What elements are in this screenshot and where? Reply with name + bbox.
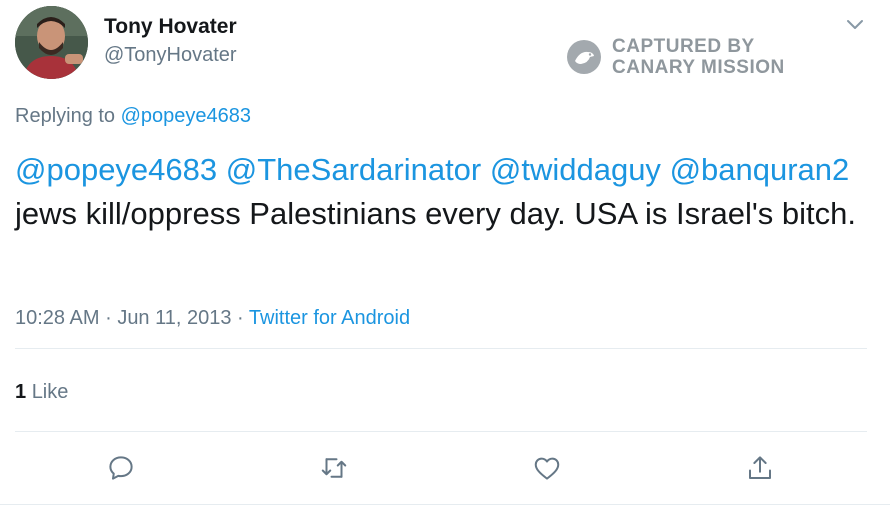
tweet-source-link[interactable]: Twitter for Android — [249, 307, 410, 329]
retweet-icon — [321, 458, 347, 478]
tweet-meta: 10:28 AM · Jun 11, 2013 · Twitter for An… — [15, 307, 410, 330]
tweet-time[interactable]: 10:28 AM — [15, 307, 100, 329]
more-options-chevron-icon[interactable] — [843, 12, 867, 36]
tweet-text: @popeye4683 @TheSardarinator @twiddaguy … — [15, 148, 875, 236]
tweet-date[interactable]: Jun 11, 2013 — [117, 307, 231, 329]
like-icon — [534, 457, 560, 480]
avatar[interactable] — [15, 6, 88, 79]
like-stats[interactable]: 1 Like — [15, 381, 68, 404]
tweet-body: jews kill/oppress Palestinians every day… — [15, 196, 856, 231]
replying-to-label: Replying to — [15, 105, 116, 127]
author-display-name[interactable]: Tony Hovater — [104, 15, 237, 39]
canary-mission-watermark: CAPTURED BY CANARY MISSION — [566, 36, 785, 78]
divider — [15, 431, 867, 432]
tweet-card: Tony Hovater @TonyHovater CAPTURED BY CA… — [0, 0, 890, 512]
watermark-line-2: CANARY MISSION — [612, 57, 785, 78]
mention-link[interactable]: @popeye4683 — [15, 152, 217, 187]
like-count: 1 — [15, 381, 27, 403]
divider — [15, 348, 867, 349]
share-icon — [749, 456, 771, 479]
reply-button[interactable] — [104, 451, 138, 485]
like-label: Like — [31, 381, 69, 403]
author-handle[interactable]: @TonyHovater — [104, 44, 237, 67]
mention-link[interactable]: @twiddaguy — [490, 152, 661, 187]
mention-link[interactable]: @banquran2 — [670, 152, 850, 187]
mention-link[interactable]: @TheSardarinator — [226, 152, 481, 187]
like-button[interactable] — [530, 451, 564, 485]
avatar-image — [15, 6, 88, 79]
reply-icon — [109, 456, 133, 480]
divider — [0, 504, 890, 505]
replying-to: Replying to @popeye4683 — [15, 105, 251, 128]
share-button[interactable] — [743, 451, 777, 485]
watermark-line-1: CAPTURED BY — [612, 36, 755, 57]
meta-separator: · — [105, 307, 112, 329]
retweet-button[interactable] — [317, 451, 351, 485]
meta-separator: · — [237, 307, 244, 329]
canary-bird-icon — [567, 40, 601, 74]
replying-to-link[interactable]: @popeye4683 — [121, 105, 251, 127]
